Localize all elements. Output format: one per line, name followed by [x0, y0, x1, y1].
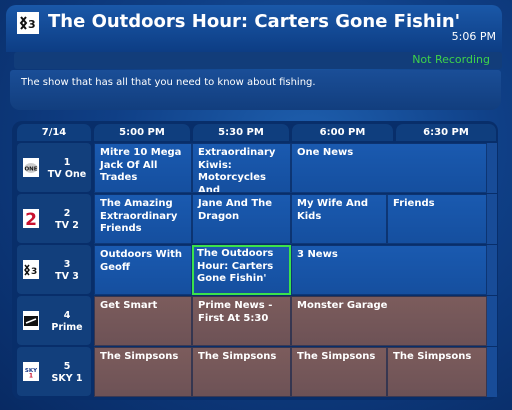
svg-text:ONE: ONE: [24, 166, 37, 172]
prime-logo-icon: [23, 311, 39, 330]
row-end-filler: [487, 347, 497, 397]
channel-number: 1: [63, 157, 71, 168]
time-slot-header[interactable]: 6:00 PM: [292, 124, 393, 141]
tv3-logo-icon: 3: [23, 260, 39, 279]
program-cell[interactable]: My Wife And Kids: [291, 194, 387, 244]
row-end-filler: [487, 143, 497, 193]
recording-status: Not Recording: [412, 53, 490, 66]
row-end-filler: [487, 194, 497, 244]
tv3-logo-icon: 3: [17, 12, 39, 34]
channel-name: TV 3: [55, 271, 79, 282]
channel-number: 5: [63, 361, 71, 372]
program-description-panel: The show that has all that you need to k…: [10, 70, 501, 110]
program-cell[interactable]: The Simpsons: [94, 347, 192, 397]
time-slot-header[interactable]: 5:30 PM: [193, 124, 289, 141]
program-description: The show that has all that you need to k…: [21, 77, 316, 88]
program-title: The Outdoors Hour: Carters Gone Fishin': [48, 11, 461, 32]
program-cell[interactable]: Get Smart: [94, 296, 192, 346]
program-cell[interactable]: 3 News: [291, 245, 487, 295]
channel-number: 3: [63, 259, 71, 270]
svg-text:2: 2: [25, 210, 37, 227]
time-slot-header[interactable]: 5:00 PM: [94, 124, 190, 141]
program-cell[interactable]: The Simpsons: [192, 347, 291, 397]
program-cell[interactable]: Extraordinary Kiwis: Motorcycles And: [192, 143, 291, 193]
program-cell[interactable]: Jane And The Dragon: [192, 194, 291, 244]
channel-name: SKY 1: [51, 373, 83, 384]
program-cell[interactable]: Outdoors With Geoff: [94, 245, 192, 295]
svg-text:1: 1: [29, 372, 33, 378]
date-header: 7/14: [17, 124, 91, 141]
time-slot-header[interactable]: 6:30 PM: [396, 124, 496, 141]
channel-name: TV 2: [55, 220, 79, 231]
program-cell[interactable]: The Amazing Extraordinary Friends: [94, 194, 192, 244]
channel-row-prime[interactable]: 4 Prime: [17, 296, 91, 345]
svg-text:3: 3: [28, 18, 36, 31]
channel-number: 4: [63, 310, 71, 321]
program-cell[interactable]: The Simpsons: [291, 347, 387, 397]
program-cell[interactable]: The Simpsons: [387, 347, 487, 397]
tv2-logo-icon: 2: [23, 209, 39, 228]
row-end-filler: [487, 245, 497, 295]
tv-one-logo-icon: ONE: [23, 158, 39, 177]
program-cell[interactable]: One News: [291, 143, 487, 193]
channel-row-tv2[interactable]: 2 2 TV 2: [17, 194, 91, 243]
program-cell[interactable]: Monster Garage: [291, 296, 487, 346]
sky1-logo-icon: SKY 1: [23, 362, 39, 381]
program-cell-selected[interactable]: The Outdoors Hour: Carters Gone Fishin': [192, 245, 291, 295]
svg-text:3: 3: [31, 267, 37, 277]
channel-name: Prime: [51, 322, 83, 333]
program-cell[interactable]: Mitre 10 Mega Jack Of All Trades: [94, 143, 192, 193]
clock: 5:06 PM: [451, 30, 496, 43]
channel-row-tv-one[interactable]: ONE 1 TV One: [17, 143, 91, 192]
channel-number: 2: [63, 208, 71, 219]
channel-row-tv3[interactable]: 3 3 TV 3: [17, 245, 91, 294]
recording-status-bar: Not Recording: [14, 52, 502, 69]
row-end-filler: [487, 296, 497, 346]
program-cell[interactable]: Prime News - First At 5:30: [192, 296, 291, 346]
program-cell[interactable]: Friends: [387, 194, 487, 244]
channel-name: TV One: [47, 169, 87, 180]
channel-row-sky1[interactable]: SKY 1 5 SKY 1: [17, 347, 91, 396]
